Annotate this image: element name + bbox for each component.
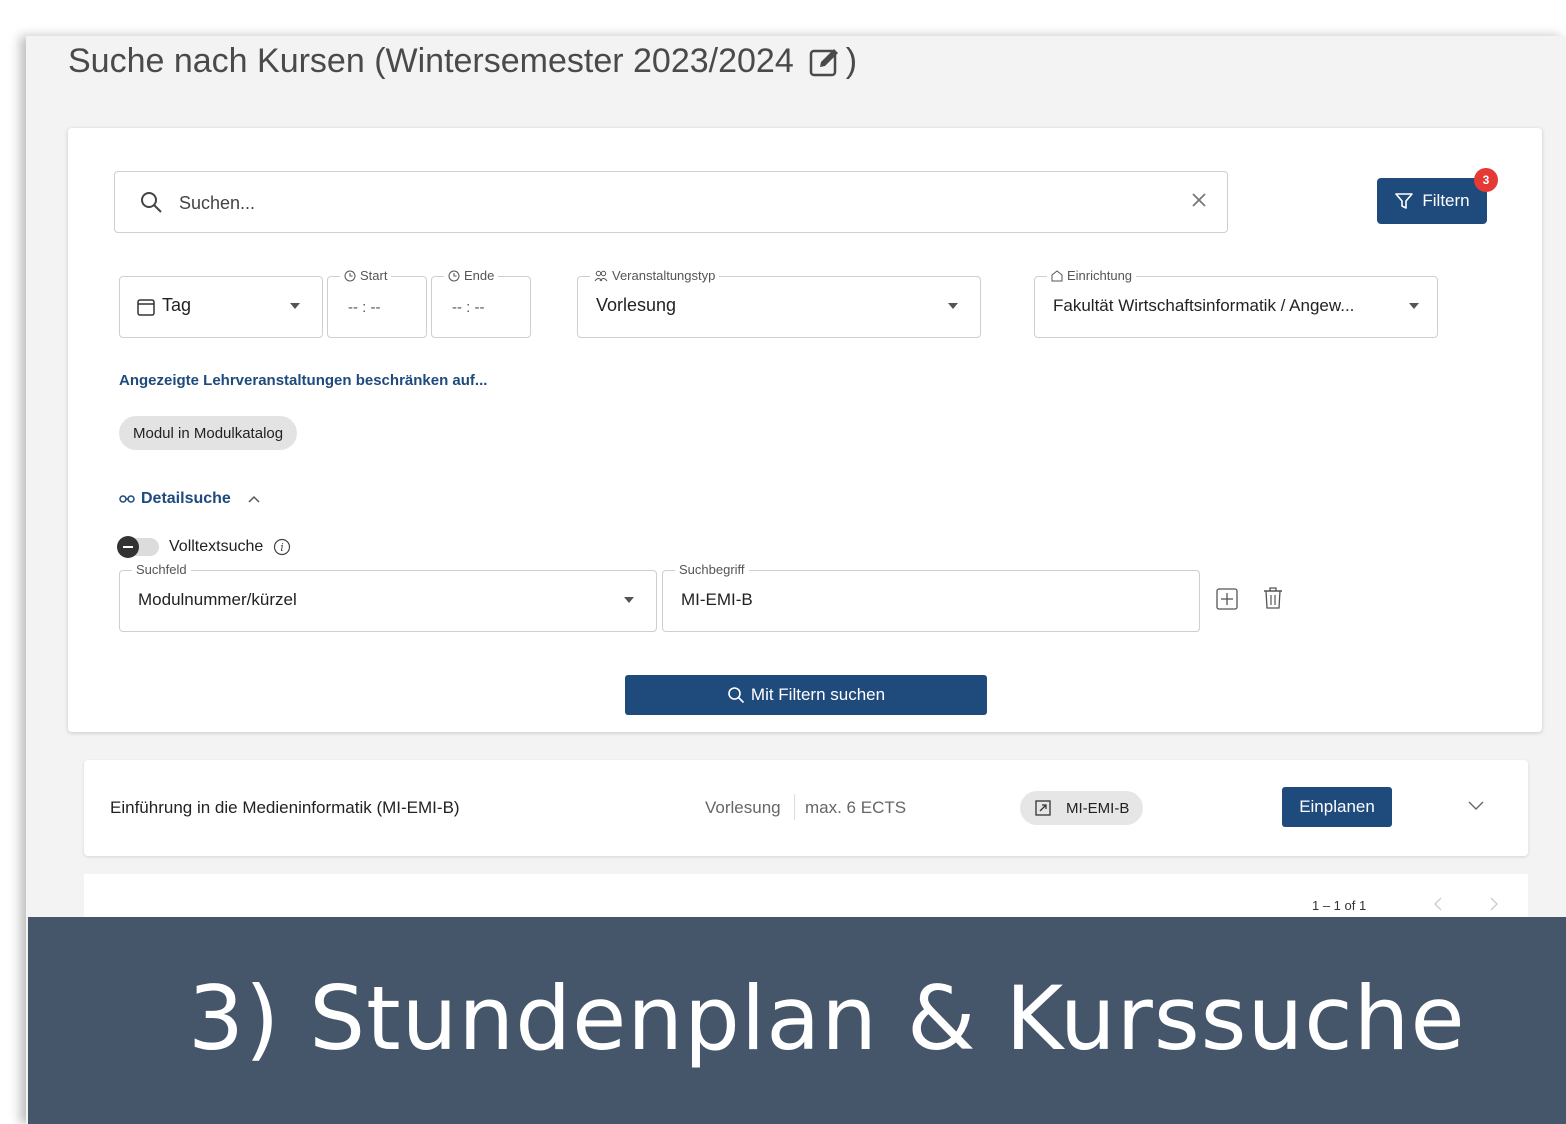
glasses-icon (119, 494, 135, 504)
search-term-field[interactable]: Suchbegriff MI-EMI-B (662, 562, 1200, 632)
end-time-label: Ende (444, 268, 499, 283)
start-time-field[interactable]: Start -- : -- (327, 268, 427, 338)
filter-count-badge: 3 (1474, 168, 1498, 192)
edit-semester-icon[interactable] (808, 45, 842, 79)
schedule-button[interactable]: Einplanen (1282, 787, 1392, 827)
search-term-value: MI-EMI-B (681, 590, 753, 609)
event-type-select[interactable]: Veranstaltungstyp Vorlesung (577, 268, 981, 338)
detail-search-label: Detailsuche (141, 490, 231, 507)
fulltext-label: Volltextsuche (169, 538, 264, 555)
divider (794, 794, 795, 820)
search-term-label: Suchbegriff (675, 562, 749, 577)
search-field-value: Modulnummer/kürzel (138, 590, 297, 609)
end-time-field[interactable]: Ende -- : -- (431, 268, 531, 338)
filter-card: Filtern 3 Tag Start -- : -- (68, 128, 1542, 732)
page-title-suffix: ) (845, 42, 858, 80)
clear-search-icon[interactable] (1189, 190, 1209, 215)
search-with-filters-button[interactable]: Mit Filtern suchen (625, 675, 987, 715)
external-link-icon (1034, 799, 1052, 817)
day-select-value: Tag (162, 295, 192, 315)
day-select[interactable]: Tag (119, 276, 323, 338)
search-icon (727, 686, 745, 704)
event-type-value: Vorlesung (596, 295, 677, 315)
caret-down-icon (290, 303, 300, 309)
institution-select[interactable]: Einrichtung Fakultät Wirtschaftsinformat… (1034, 268, 1438, 338)
fulltext-toggle-row: Volltextsuche i (117, 536, 291, 558)
search-input[interactable] (177, 184, 1161, 222)
fulltext-toggle[interactable] (117, 536, 159, 558)
clock-icon (344, 270, 356, 282)
info-icon[interactable]: i (273, 538, 291, 556)
institution-value: Fakultät Wirtschaftsinformatik / Angew..… (1053, 296, 1355, 315)
funnel-icon (1394, 191, 1414, 211)
trash-icon[interactable] (1262, 586, 1284, 615)
chevron-right-icon[interactable] (1488, 896, 1500, 917)
chevron-down-icon[interactable] (1466, 798, 1486, 817)
calendar-icon (136, 297, 156, 322)
start-time-value: -- : -- (348, 299, 381, 316)
page-title-text: Suche nach Kursen (Wintersemester 2023/2… (68, 42, 794, 80)
detail-search-toggle[interactable]: Detailsuche (119, 490, 261, 508)
caret-down-icon (948, 303, 958, 309)
caret-down-icon (624, 597, 634, 603)
restrict-courses-link[interactable]: Angezeigte Lehrveranstaltungen beschränk… (119, 372, 487, 389)
institution-label: Einrichtung (1047, 268, 1137, 283)
page-title: Suche nach Kursen (Wintersemester 2023/2… (68, 42, 857, 81)
filter-button-label: Filtern (1422, 191, 1470, 210)
svg-text:i: i (281, 541, 285, 554)
chevron-up-icon (247, 494, 261, 504)
module-catalog-chip[interactable]: Modul in Modulkatalog (119, 416, 298, 450)
people-icon (594, 270, 608, 282)
caption-text: 3) Stundenplan & Kurssuche (188, 967, 1466, 1070)
search-icon (139, 190, 163, 219)
end-time-value: -- : -- (452, 299, 485, 316)
search-button-label: Mit Filtern suchen (750, 685, 886, 704)
module-link-chip[interactable]: MI-EMI-B (1020, 791, 1144, 825)
module-code: MI-EMI-B (1066, 799, 1130, 817)
pagination-range: 1 – 1 of 1 (1312, 898, 1367, 913)
search-field-label: Suchfeld (132, 562, 191, 577)
toggle-knob (117, 536, 139, 558)
result-row[interactable]: Einführung in die Medieninformatik (MI-E… (84, 760, 1528, 856)
caption-banner: 3) Stundenplan & Kurssuche (28, 917, 1566, 1124)
caret-down-icon (1409, 303, 1419, 309)
result-ects: max. 6 ECTS (805, 798, 907, 817)
clock-icon (448, 270, 460, 282)
chevron-left-icon[interactable] (1432, 896, 1444, 917)
search-field-select[interactable]: Suchfeld Modulnummer/kürzel (119, 562, 657, 632)
start-time-label: Start (340, 268, 392, 283)
search-box (114, 171, 1228, 233)
result-type: Vorlesung (705, 798, 781, 817)
add-criterion-icon[interactable] (1216, 588, 1238, 615)
filter-button[interactable]: Filtern (1377, 178, 1487, 224)
result-title: Einführung in die Medieninformatik (MI-E… (110, 798, 460, 817)
event-type-label: Veranstaltungstyp (590, 268, 720, 283)
building-icon (1051, 269, 1063, 282)
